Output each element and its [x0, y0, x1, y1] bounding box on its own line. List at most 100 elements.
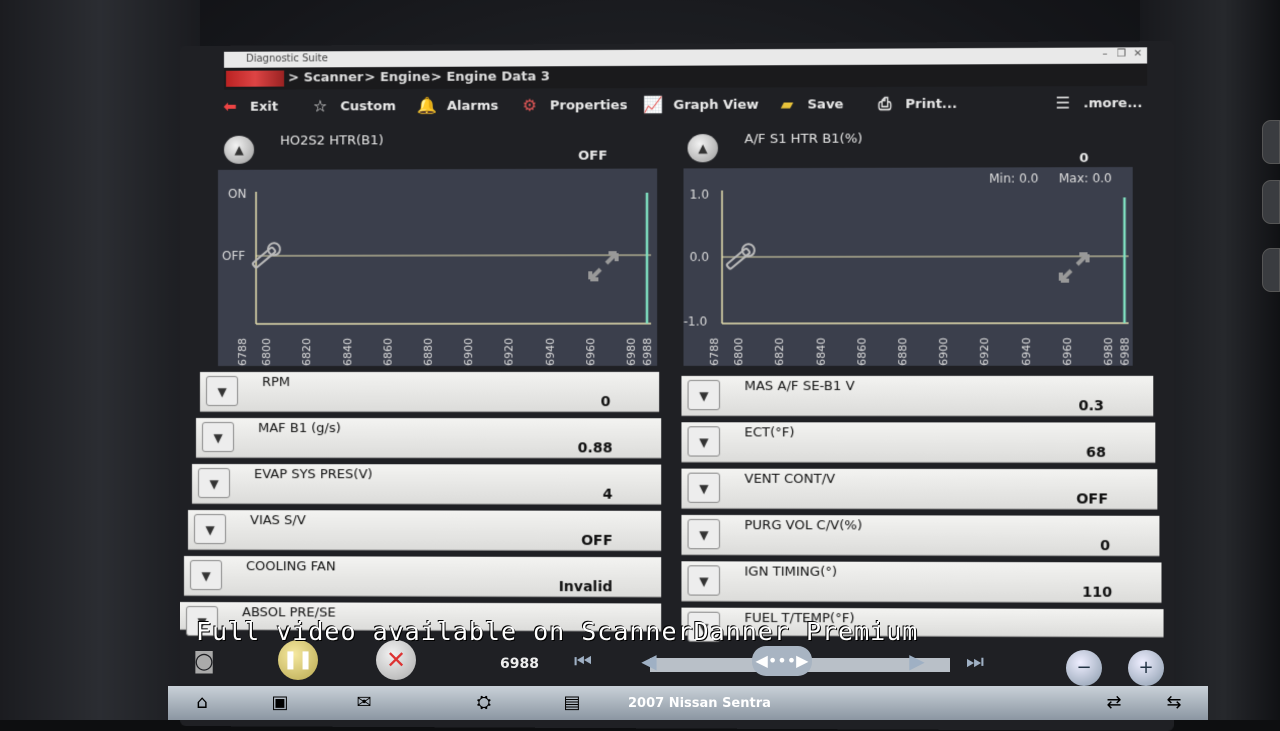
close-icon[interactable]: ✕: [1131, 48, 1145, 60]
frame-counter: 6988: [500, 656, 539, 672]
data-row-value: 4: [603, 487, 613, 503]
x-tick-label: 6988: [1118, 337, 1131, 365]
data-row[interactable]: ▼ ECT(°F) 68: [681, 422, 1155, 463]
x-tick-label: 6800: [732, 338, 745, 366]
graph-left-value: OFF: [578, 149, 607, 164]
data-row[interactable]: ▼ IGN TIMING(°) 110: [681, 561, 1161, 603]
pause-button[interactable]: ❚❚: [278, 640, 318, 680]
data-list-left: ▼ RPM 0 ▼ MAF B1 (g/s) 0.88 ▼ EVAP SYS P…: [180, 41, 1174, 46]
expand-row-button[interactable]: ▼: [202, 422, 234, 452]
breadcrumb-engine[interactable]: > Engine: [364, 67, 430, 89]
x-tick-label: 6800: [260, 338, 273, 366]
data-row-label: VENT CONT/V: [744, 472, 835, 487]
gear-icon: ⚙: [520, 95, 540, 115]
x-tick-label: 6788: [236, 338, 249, 366]
print-icon: ⎙: [875, 94, 895, 114]
print-button[interactable]: ⎙ Print...: [875, 91, 957, 118]
first-frame-icon[interactable]: ⏮: [568, 646, 598, 676]
alarms-button[interactable]: 🔔 Alarms: [417, 93, 499, 119]
expand-arrow-icon[interactable]: [590, 253, 616, 279]
toolbar: ⬅ Exit ☆ Custom 🔔 Alarms ⚙ Properties 📈 …: [220, 88, 1153, 122]
clear-button[interactable]: ✕: [376, 640, 416, 680]
x-tick-label: 6940: [543, 338, 556, 366]
data-row[interactable]: ▼ MAS A/F SE-B1 V 0.3: [681, 376, 1153, 417]
minimize-icon[interactable]: –: [1098, 48, 1112, 60]
zoom-out-icon[interactable]: −: [1066, 650, 1102, 686]
data-row[interactable]: ▼ VENT CONT/V OFF: [681, 469, 1157, 510]
data-row-label: VIAS S/V: [250, 513, 306, 528]
graph-right-ylabel-top: 1.0: [690, 187, 709, 201]
data-row[interactable]: ▼ RPM 0: [200, 372, 659, 412]
graph-header-right: ▲ A/F S1 HTR B1(%) 0: [688, 126, 1148, 164]
collapse-graph-right-button[interactable]: ▲: [688, 134, 718, 162]
data-row-value: OFF: [581, 533, 612, 549]
expand-row-button[interactable]: ▼: [688, 565, 720, 595]
graph-left-svg: ON OFF 678868006820684068606880690069206…: [218, 169, 657, 366]
data-row-value: 0.3: [1078, 398, 1103, 414]
data-row-label: MAF B1 (g/s): [258, 421, 341, 436]
properties-button[interactable]: ⚙ Properties: [520, 92, 628, 119]
x-tick-label: 6840: [814, 338, 827, 366]
data-row[interactable]: ▼ EVAP SYS PRES(V) 4: [192, 464, 661, 505]
graph-header-left: ▲ HO2S2 HTR(B1) OFF: [224, 128, 657, 166]
home-icon[interactable]: ⌂: [186, 690, 218, 716]
side-button[interactable]: [1262, 180, 1280, 224]
save-button[interactable]: ▰ Save: [777, 91, 844, 118]
graph-view-button[interactable]: 📈 Graph View: [643, 92, 759, 119]
graph-icon: 📈: [643, 95, 663, 115]
data-row-label: RPM: [262, 375, 290, 390]
side-button[interactable]: [1262, 248, 1280, 292]
breadcrumb-scanner[interactable]: > Scanner: [288, 67, 363, 89]
camera-icon[interactable]: ◙: [186, 644, 222, 680]
graph-right-trace: [722, 256, 1129, 257]
toolbox-icon[interactable]: ⛭: [468, 690, 500, 716]
custom-button[interactable]: ☆ Custom: [310, 93, 396, 119]
exit-icon: ⬅: [220, 97, 240, 117]
properties-label: Properties: [550, 98, 628, 113]
graph-left-ylabel-off: OFF: [222, 249, 245, 263]
expand-row-button[interactable]: ▼: [688, 426, 720, 456]
x-tick-label: 6920: [503, 338, 516, 366]
data-row-value: 110: [1082, 585, 1112, 601]
restore-icon[interactable]: ❐: [1114, 48, 1128, 60]
slider-thumb[interactable]: ◀•••▶: [752, 646, 812, 676]
expand-arrow-icon[interactable]: [1061, 254, 1088, 280]
expand-row-button[interactable]: ▼: [688, 380, 720, 410]
data-row-value: OFF: [1076, 491, 1108, 507]
zoom-in-icon[interactable]: +: [1128, 650, 1164, 686]
data-row[interactable]: ▼ VIAS S/V OFF: [188, 510, 661, 551]
window-icon[interactable]: ▣: [264, 690, 296, 716]
window-title: Diagnostic Suite: [246, 53, 328, 64]
data-row[interactable]: ▼ PURG VOL C/V(%) 0: [681, 515, 1159, 556]
document-icon[interactable]: ✉: [348, 690, 380, 716]
step-forward-icon[interactable]: ▶: [902, 646, 932, 676]
car-icon[interactable]: ▤: [556, 690, 588, 716]
graph-left-trace: [256, 255, 651, 256]
graph-left-ylabel-on: ON: [228, 187, 246, 201]
star-icon: ☆: [310, 96, 330, 116]
expand-row-button[interactable]: ▼: [688, 473, 720, 503]
x-tick-label: 6940: [1019, 337, 1032, 365]
expand-row-button[interactable]: ▼: [206, 376, 238, 406]
side-button[interactable]: [1262, 120, 1280, 164]
graph-left[interactable]: ON OFF 678868006820684068606880690069206…: [218, 169, 657, 366]
x-tick-label: 6788: [708, 338, 721, 366]
data-row[interactable]: ▼ COOLING FAN Invalid: [184, 556, 661, 597]
data-list-right: ▼ MAS A/F SE-B1 V 0.3 ▼ ECT(°F) 68 ▼ VEN…: [180, 41, 1174, 46]
graph-left-label: HO2S2 HTR(B1): [280, 133, 383, 148]
step-back-icon[interactable]: ◀: [634, 646, 664, 676]
expand-row-button[interactable]: ▼: [190, 560, 222, 590]
exit-button[interactable]: ⬅ Exit: [220, 94, 278, 120]
more-button[interactable]: ☰ .more...: [1053, 90, 1143, 117]
x-tick-label: 6980: [1102, 337, 1115, 365]
watermark-overlay: Full video available on ScannerDanner Pr…: [196, 617, 1096, 646]
collapse-graph-left-button[interactable]: ▲: [224, 136, 254, 164]
taskbar: ⌂ ▣ ✉ ⛭ ▤ 2007 Nissan Sentra ⇄ ⇆: [168, 686, 1208, 720]
last-frame-icon[interactable]: ⏭: [960, 646, 990, 676]
graph-right[interactable]: Min: 0.0 Max: 0.0 1.0 0.0 -1.0 678868006…: [683, 167, 1132, 366]
data-row[interactable]: ▼ MAF B1 (g/s) 0.88: [196, 418, 661, 458]
expand-row-button[interactable]: ▼: [194, 514, 226, 544]
expand-row-button[interactable]: ▼: [198, 468, 230, 498]
expand-row-button[interactable]: ▼: [688, 519, 720, 549]
x-tick-label: 6900: [462, 338, 475, 366]
